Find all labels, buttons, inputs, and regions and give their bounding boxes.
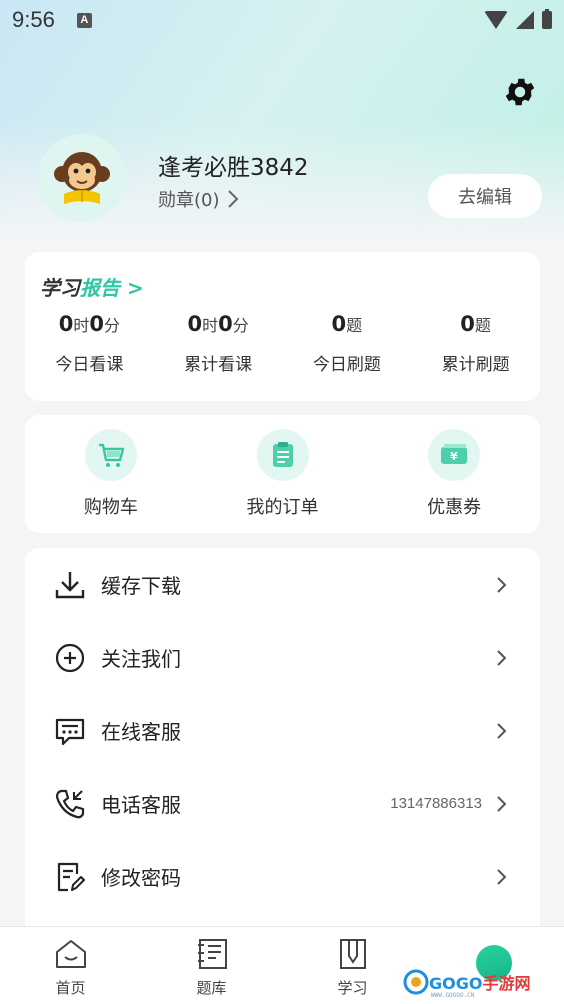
stat-value: 0时0分 — [58, 312, 121, 336]
stat-label: 累计刷题 — [441, 355, 510, 375]
study-icon — [334, 935, 372, 973]
monkey-avatar-icon — [54, 152, 110, 204]
shortcut-orders[interactable]: 我的订单 — [197, 415, 369, 533]
report-stats: 0时0分 今日看课 0时0分 累计看课 0题 今日刷题 0题 累计刷题 — [25, 312, 540, 375]
edit-doc-icon — [53, 860, 87, 894]
stat-value: 0题 — [331, 312, 363, 336]
edit-profile-button[interactable]: 去编辑 — [428, 174, 542, 218]
chevron-right-icon — [497, 722, 507, 739]
shortcut-coupons[interactable]: ¥ 优惠券 — [368, 415, 540, 533]
menu-item-follow-us[interactable]: 关注我们 — [25, 621, 540, 694]
menu-label: 修改密码 — [101, 866, 181, 890]
notification-icon: A — [76, 12, 92, 28]
menu-card: 缓存下载 关注我们 在线客服 电话客服 13147886313 修改密码 — [25, 548, 540, 928]
watermark-subtext: WWW.GOGOO.CN — [431, 992, 475, 999]
chevron-right-icon — [497, 576, 507, 593]
chevron-right-icon — [497, 868, 507, 885]
chevron-right-icon — [227, 190, 238, 208]
nav-label: 题库 — [196, 979, 227, 997]
stat-total-video: 0时0分 累计看课 — [154, 312, 283, 375]
menu-label: 在线客服 — [101, 720, 181, 744]
battery-icon — [542, 9, 552, 29]
study-report-link[interactable]: 学习报告 > — [40, 272, 144, 301]
menu-item-downloads[interactable]: 缓存下载 — [25, 548, 540, 621]
stat-today-questions: 0题 今日刷题 — [283, 312, 412, 375]
status-bar: 9:56 A — [0, 0, 564, 40]
medals-label: 勋章(0) — [158, 190, 220, 211]
nav-label: 学习 — [337, 979, 368, 997]
chat-icon — [53, 714, 87, 748]
shortcut-label: 优惠券 — [427, 497, 482, 518]
menu-label: 关注我们 — [101, 647, 181, 671]
order-icon — [256, 429, 309, 481]
menu-item-change-password[interactable]: 修改密码 — [25, 840, 540, 913]
stat-label: 今日刷题 — [312, 355, 381, 375]
medals-link[interactable]: 勋章(0) — [158, 186, 240, 212]
watermark-logo-icon — [403, 969, 429, 995]
chevron-right-icon — [497, 649, 507, 666]
study-report-card: 学习报告 > 0时0分 今日看课 0时0分 累计看课 0题 今日刷题 0题 累计… — [25, 252, 540, 401]
coupon-icon: ¥ — [428, 429, 481, 481]
avatar[interactable] — [38, 134, 126, 222]
download-icon — [53, 568, 87, 602]
status-time: 9:56 — [12, 7, 55, 32]
stat-label: 今日看课 — [55, 355, 124, 375]
menu-label: 缓存下载 — [101, 574, 181, 598]
stat-total-questions: 0题 累计刷题 — [411, 312, 540, 375]
watermark-text: GOGO手游网 — [429, 974, 531, 993]
shortcut-label: 购物车 — [83, 497, 138, 518]
report-title-part1: 学习 — [40, 276, 80, 300]
watermark: GOGO手游网 WWW.GOGOO.CN — [403, 968, 531, 999]
book-icon — [193, 935, 231, 973]
stat-label: 累计看课 — [184, 355, 253, 375]
svg-text:¥: ¥ — [450, 450, 458, 463]
nav-study[interactable]: 学习 — [282, 927, 423, 1004]
nav-question-bank[interactable]: 题库 — [141, 927, 282, 1004]
home-icon — [52, 935, 90, 973]
signal-icon — [516, 11, 534, 29]
shortcut-cart[interactable]: 购物车 — [25, 415, 197, 533]
username: 逢考必胜3842 — [158, 155, 309, 181]
stat-today-video: 0时0分 今日看课 — [25, 312, 154, 375]
plus-circle-icon — [53, 641, 87, 675]
nav-label: 首页 — [55, 979, 86, 997]
cart-icon — [84, 429, 137, 481]
report-title-part2: 报告 > — [80, 276, 144, 300]
phone-icon — [53, 787, 87, 821]
stat-value: 0时0分 — [187, 312, 249, 336]
shortcut-label: 我的订单 — [246, 497, 319, 518]
wifi-icon — [484, 11, 508, 29]
stat-value: 0题 — [460, 312, 491, 336]
menu-item-phone-service[interactable]: 电话客服 13147886313 — [25, 767, 540, 840]
profile-header: 逢考必胜3842 勋章(0) 去编辑 — [38, 134, 542, 224]
settings-button[interactable] — [500, 72, 540, 112]
nav-home[interactable]: 首页 — [0, 927, 141, 1004]
gear-icon — [505, 78, 535, 106]
shortcuts-card: 购物车 我的订单 ¥ 优惠券 — [25, 415, 540, 533]
menu-item-online-service[interactable]: 在线客服 — [25, 694, 540, 767]
phone-number: 13147886313 — [390, 795, 482, 812]
menu-label: 电话客服 — [101, 793, 181, 817]
chevron-right-icon — [497, 795, 507, 812]
